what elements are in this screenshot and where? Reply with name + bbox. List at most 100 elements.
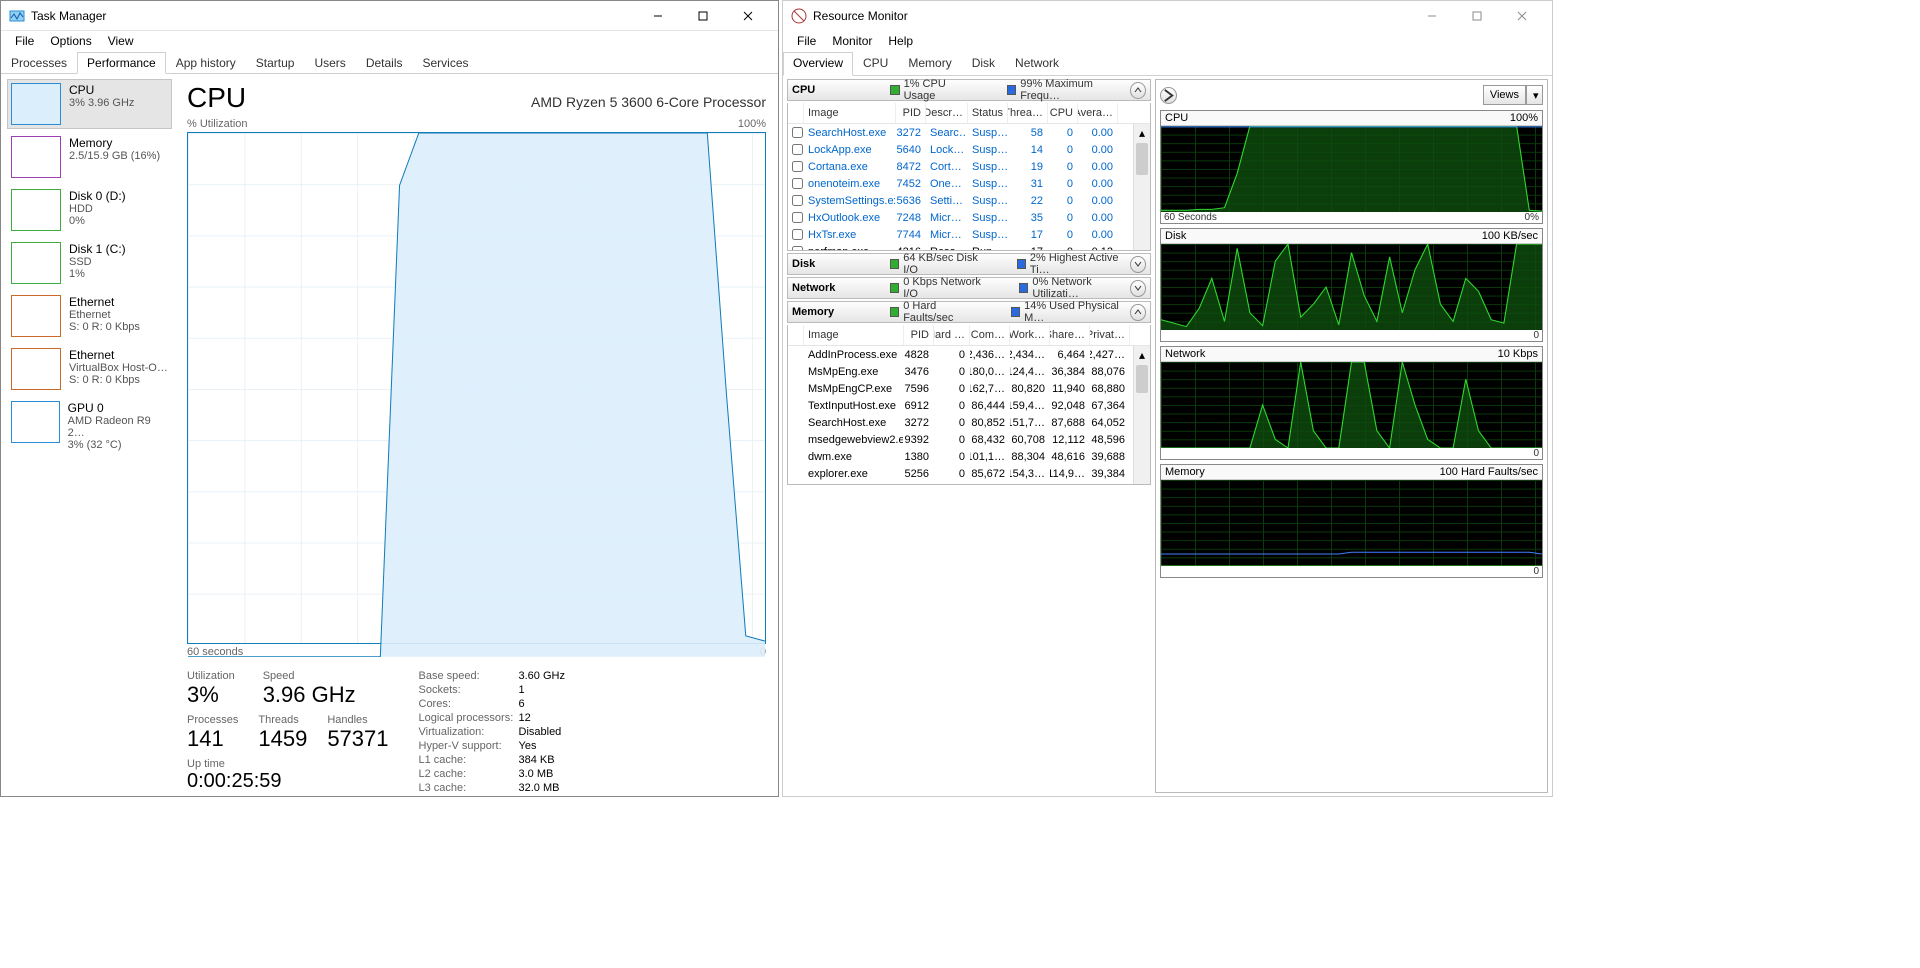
chevron-down-icon[interactable] — [1130, 256, 1146, 273]
scroll-up-icon[interactable]: ▴ — [1134, 124, 1150, 141]
views-button[interactable]: Views — [1483, 85, 1526, 105]
tab-services[interactable]: Services — [413, 52, 479, 74]
table-row[interactable]: msedgewebview2.exe 9392 0 68,432 60,708 … — [788, 431, 1150, 448]
menu-monitor[interactable]: Monitor — [824, 32, 880, 50]
tab-processes[interactable]: Processes — [1, 52, 77, 74]
chevron-up-icon[interactable] — [1130, 82, 1146, 99]
close-button[interactable] — [725, 2, 770, 30]
tab-performance[interactable]: Performance — [77, 52, 166, 74]
tab-disk[interactable]: Disk — [962, 52, 1005, 76]
col-header[interactable]: Work… — [1010, 325, 1050, 345]
table-row[interactable]: onenoteim.exe 7452 One… Susp… 31 0 0.00 — [788, 175, 1150, 192]
row-checkbox[interactable] — [792, 161, 803, 172]
sidebar-card-disk-1-c-[interactable]: Disk 1 (C:)SSD1% — [7, 238, 172, 288]
chart-title: CPU — [1165, 112, 1188, 124]
table-row[interactable]: Cortana.exe 8472 Cort… Susp… 19 0 0.00 — [788, 158, 1150, 175]
col-header[interactable]: Status — [968, 103, 1008, 123]
tm-tabs: Processes Performance App history Startu… — [1, 51, 778, 74]
row-checkbox[interactable] — [792, 246, 803, 251]
col-header[interactable]: Com… — [970, 325, 1010, 345]
scrollbar[interactable]: ▴ — [1133, 346, 1150, 484]
row-checkbox[interactable] — [792, 144, 803, 155]
col-header[interactable]: Share… — [1050, 325, 1090, 345]
menu-file[interactable]: File — [789, 32, 824, 50]
scrollbar[interactable]: ▴ — [1133, 124, 1150, 250]
table-row[interactable]: HxOutlook.exe 7248 Micr… Susp… 35 0 0.00 — [788, 209, 1150, 226]
minimize-button[interactable] — [635, 2, 680, 30]
row-checkbox[interactable] — [792, 178, 803, 189]
menu-file[interactable]: File — [7, 32, 42, 50]
chart-max: 100 KB/sec — [1482, 230, 1538, 242]
menu-view[interactable]: View — [100, 32, 142, 50]
menu-options[interactable]: Options — [42, 32, 99, 50]
col-header[interactable]: CPU — [1048, 103, 1078, 123]
tab-users[interactable]: Users — [304, 52, 355, 74]
row-checkbox[interactable] — [792, 127, 803, 138]
sidebar-card-ethernet[interactable]: EthernetVirtualBox Host-O…S: 0 R: 0 Kbps — [7, 344, 172, 394]
table-row[interactable]: perfmon.exe 4216 Reso… Run… 17 0 0.12 — [788, 243, 1150, 251]
mini-chart-network: Network10 Kbps 0 — [1160, 346, 1543, 460]
col-header[interactable] — [788, 325, 804, 345]
table-row[interactable]: AddInProcess.exe 4828 0 2,436… 2,434… 6,… — [788, 346, 1150, 363]
table-row[interactable]: MsMpEngCP.exe 7596 0 162,7… 80,820 11,94… — [788, 380, 1150, 397]
col-header[interactable] — [788, 103, 804, 123]
tab-cpu[interactable]: CPU — [853, 52, 898, 76]
col-header[interactable]: Threa… — [1008, 103, 1048, 123]
table-row[interactable]: dwm.exe 1380 0 101,1… 88,304 48,616 39,6… — [788, 448, 1150, 465]
table-row[interactable]: Taskmgr.exe 9380 0 38,712 80,156 49,412 … — [788, 482, 1150, 485]
chart-max: 10 Kbps — [1498, 348, 1538, 360]
cpu-chart — [187, 132, 766, 644]
maximize-button[interactable] — [1454, 2, 1499, 30]
maximize-button[interactable] — [680, 2, 725, 30]
tab-app-history[interactable]: App history — [166, 52, 246, 74]
tab-startup[interactable]: Startup — [246, 52, 305, 74]
row-checkbox[interactable] — [792, 195, 803, 206]
tab-details[interactable]: Details — [356, 52, 413, 74]
sidebar-card-ethernet[interactable]: EthernetEthernetS: 0 R: 0 Kbps — [7, 291, 172, 341]
menu-help[interactable]: Help — [880, 32, 921, 50]
tab-memory[interactable]: Memory — [898, 52, 961, 76]
col-header[interactable]: Image — [804, 325, 904, 345]
sidebar-card-gpu-0[interactable]: GPU 0AMD Radeon R9 2…3% (32 °C) — [7, 397, 172, 447]
table-row[interactable]: SearchHost.exe 3272 Searc… Susp… 58 0 0.… — [788, 124, 1150, 141]
col-header[interactable]: Avera… — [1078, 103, 1118, 123]
panel-head-network[interactable]: Network 0 Kbps Network I/O 0% Network Ut… — [787, 277, 1151, 299]
col-header[interactable]: PID — [904, 325, 934, 345]
rm-tabs: Overview CPU Memory Disk Network — [783, 51, 1552, 76]
views-dropdown-icon[interactable]: ▾ — [1526, 85, 1543, 105]
table-row[interactable]: HxTsr.exe 7744 Micr… Susp… 17 0 0.00 — [788, 226, 1150, 243]
panel-head-cpu[interactable]: CPU 1% CPU Usage 99% Maximum Frequ… — [787, 79, 1151, 101]
chevron-up-icon[interactable] — [1130, 304, 1146, 321]
sidebar-card-memory[interactable]: Memory2.5/15.9 GB (16%) — [7, 132, 172, 182]
close-button[interactable] — [1499, 2, 1544, 30]
table-row[interactable]: TextInputHost.exe 6912 0 86,444 159,4… 9… — [788, 397, 1150, 414]
stat-value: 32.0 MB — [519, 782, 565, 794]
tm-titlebar[interactable]: Task Manager — [1, 1, 778, 31]
mini-chart-cpu: CPU100% 60 Seconds0% — [1160, 110, 1543, 224]
col-header[interactable]: Hard … — [934, 325, 970, 345]
minimize-button[interactable] — [1409, 2, 1454, 30]
col-header[interactable]: Descr… — [926, 103, 968, 123]
col-header[interactable]: Image — [804, 103, 896, 123]
sidebar-card-disk-0-d-[interactable]: Disk 0 (D:)HDD0% — [7, 185, 172, 235]
row-checkbox[interactable] — [792, 212, 803, 223]
table-row[interactable]: LockApp.exe 5640 Lock… Susp… 14 0 0.00 — [788, 141, 1150, 158]
panel-head-disk[interactable]: Disk 64 KB/sec Disk I/O 2% Highest Activ… — [787, 253, 1151, 275]
table-row[interactable]: SystemSettings.exe 5636 Setti… Susp… 22 … — [788, 192, 1150, 209]
tab-network[interactable]: Network — [1005, 52, 1069, 76]
rm-titlebar[interactable]: Resource Monitor — [783, 1, 1552, 31]
col-header[interactable]: Privat… — [1090, 325, 1130, 345]
stat-key: L1 cache: — [419, 754, 515, 766]
chevron-down-icon[interactable] — [1130, 280, 1146, 297]
panel-head-memory[interactable]: Memory 0 Hard Faults/sec 14% Used Physic… — [787, 301, 1151, 323]
table-row[interactable]: MsMpEng.exe 3476 0 180,0… 124,4… 36,384 … — [788, 363, 1150, 380]
col-header[interactable]: PID — [896, 103, 926, 123]
table-row[interactable]: SearchHost.exe 3272 0 80,852 151,7… 87,6… — [788, 414, 1150, 431]
sidebar-card-cpu[interactable]: CPU3% 3.96 GHz — [7, 79, 172, 129]
tab-overview[interactable]: Overview — [783, 52, 853, 76]
chart-title: Memory — [1165, 466, 1205, 478]
table-row[interactable]: explorer.exe 5256 0 85,672 154,3… 114,9…… — [788, 465, 1150, 482]
row-checkbox[interactable] — [792, 229, 803, 240]
scroll-up-icon[interactable]: ▴ — [1134, 346, 1150, 363]
collapse-charts-button[interactable] — [1160, 87, 1177, 104]
